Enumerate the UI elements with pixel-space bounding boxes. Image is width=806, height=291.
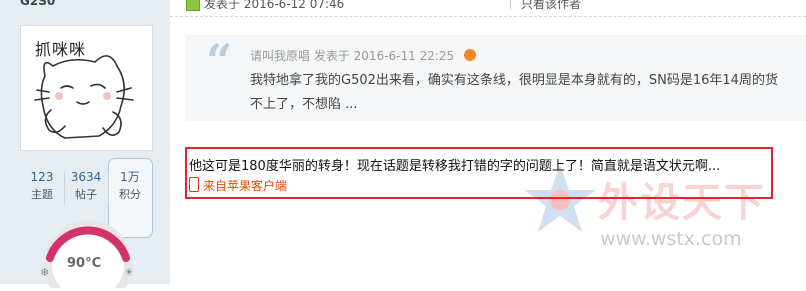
goto-original-icon[interactable]: [464, 49, 476, 61]
quote-line-2: 不上了，不想陷 ...: [250, 97, 358, 112]
temperature-value: 90°C: [67, 256, 102, 271]
post-meta-bar: 发表于 2016-6-12 07:46 只看该作者: [170, 0, 806, 17]
post-source-link[interactable]: 来自苹果客户端: [189, 177, 287, 194]
user-stats: 123 主题 3634 帖子 1万 积分: [20, 168, 152, 208]
svg-text:☀: ☀: [124, 266, 134, 279]
meta-divider: [510, 0, 511, 10]
quote-date: 发表于 2016-6-11 22:25: [313, 49, 455, 63]
user-sidebar: G2S0 抓咪咪 123 主题 3634 帖子 1万 积分 ❄ ☀ 90°C: [0, 0, 170, 291]
quote-author[interactable]: 请叫我原唱: [250, 49, 310, 63]
mobile-phone-icon: [189, 177, 199, 192]
svg-text:❄: ❄: [40, 266, 49, 279]
online-status-icon: [186, 0, 200, 11]
stat-posts-value: 3634: [70, 170, 102, 184]
stat-posts[interactable]: 3634 帖子: [64, 168, 108, 208]
stat-topics-value: 123: [30, 170, 54, 184]
username[interactable]: G2S0: [20, 0, 55, 8]
temperature-ring-icon: ❄ ☀: [40, 220, 134, 291]
stat-points-label: 积分: [119, 188, 141, 201]
stat-posts-label: 帖子: [75, 188, 97, 201]
post-message: 他这可是180度华丽的转身！现在话题是转移我打错的字的问题上了！简直就是语文状元…: [189, 159, 721, 174]
stat-points[interactable]: 1万 积分: [108, 168, 152, 208]
watermark-url: www.wstx.com: [600, 228, 742, 250]
stat-topics-label: 主题: [31, 188, 53, 201]
stat-points-value: 1万: [120, 170, 140, 184]
post-content: 他这可是180度华丽的转身！现在话题是转移我打错的字的问题上了！简直就是语文状元…: [185, 147, 773, 199]
only-author-link[interactable]: 只看该作者: [521, 0, 581, 12]
quote-header: 请叫我原唱 发表于 2016-6-11 22:25: [250, 47, 454, 64]
quote-line-1: 我特地拿了我的G502出来看，确实有这条线，很明显是本身就有的，SN码是16年1…: [250, 73, 778, 88]
post-date: 发表于 2016-6-12 07:46: [204, 0, 345, 11]
quote-block: “ 请叫我原唱 发表于 2016-6-11 22:25 我特地拿了我的G502出…: [186, 34, 806, 121]
stat-topics[interactable]: 123 主题: [20, 168, 64, 208]
avatar[interactable]: 抓咪咪: [20, 25, 153, 151]
quote-mark-icon: “: [206, 34, 233, 88]
temperature-gauge: ❄ ☀ 90°C: [38, 218, 138, 291]
avatar-caption: 抓咪咪: [35, 40, 87, 59]
post-source-label: 来自苹果客户端: [203, 179, 288, 193]
